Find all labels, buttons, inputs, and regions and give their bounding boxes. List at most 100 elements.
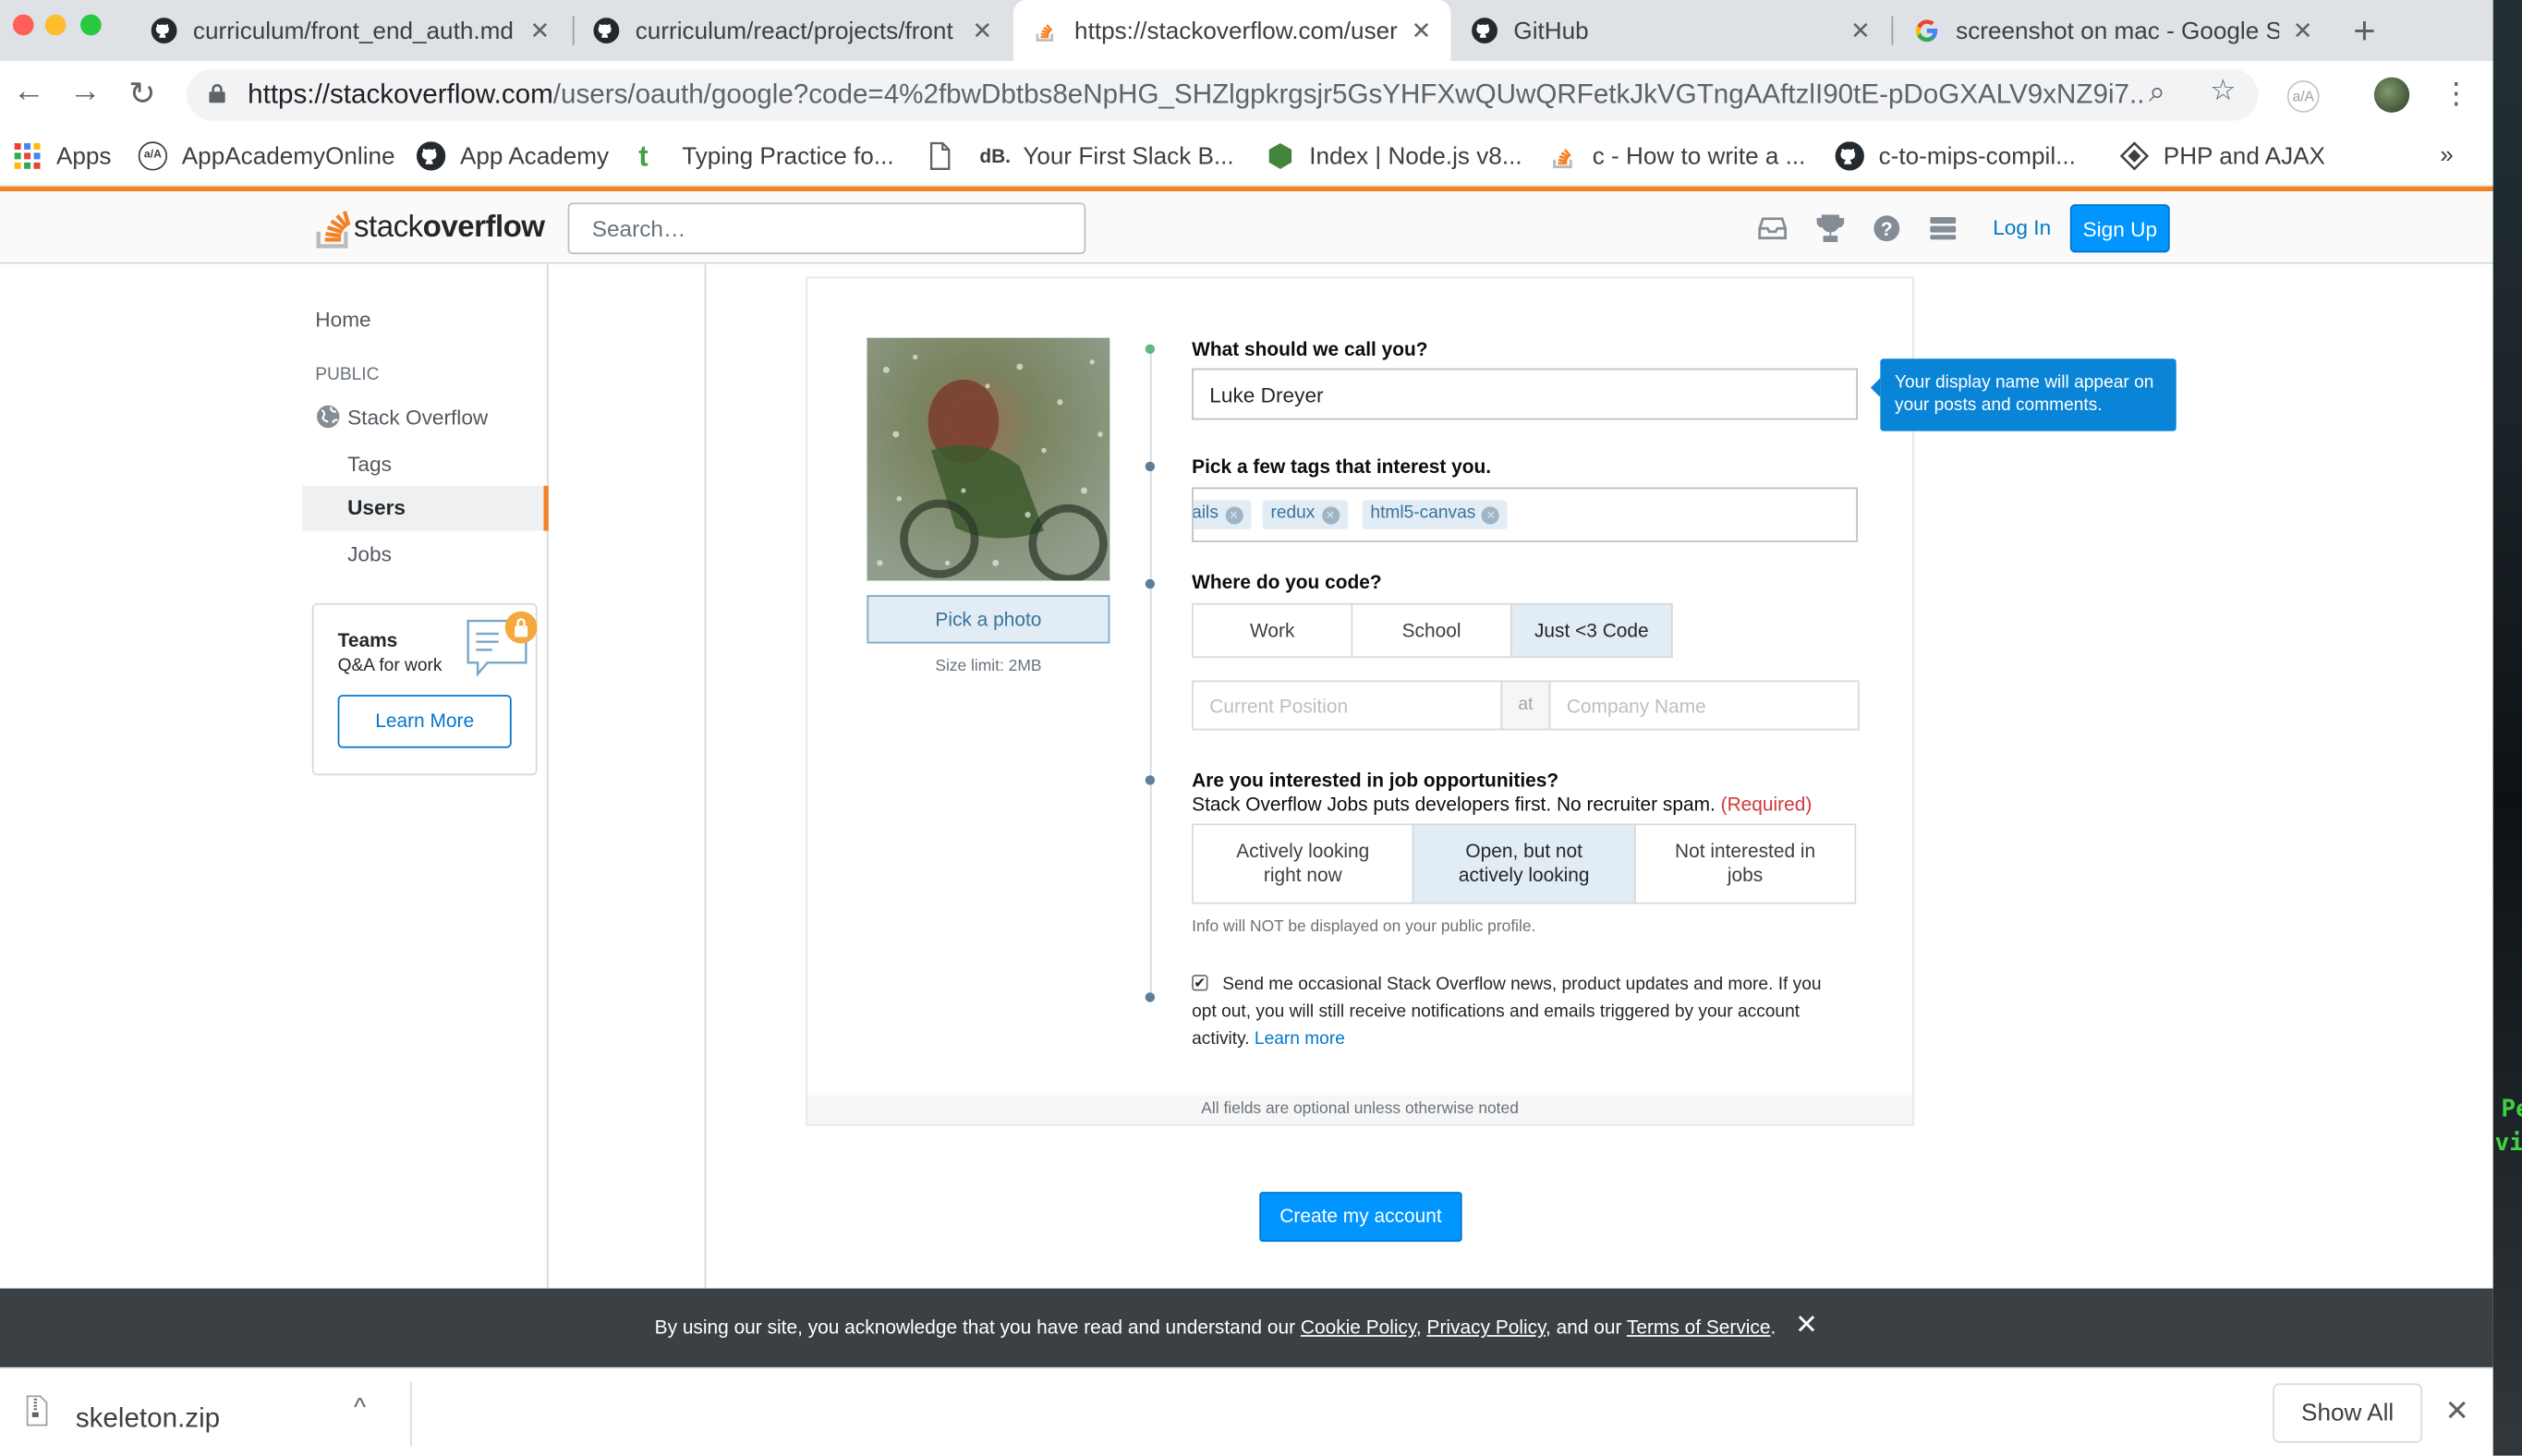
site-switcher-icon[interactable]	[1927, 212, 1959, 245]
nav-users[interactable]: Users	[302, 485, 549, 531]
nav-home[interactable]: Home	[315, 308, 370, 332]
download-filename[interactable]: skeleton.zip	[76, 1402, 220, 1435]
step-dot	[1145, 578, 1156, 589]
pick-photo-button[interactable]: Pick a photo	[867, 595, 1110, 644]
new-tab-button[interactable]: +	[2353, 9, 2375, 55]
shelf-divider	[409, 1381, 412, 1447]
download-options-chevron-icon[interactable]: ^	[354, 1395, 366, 1424]
cookie-policy-link[interactable]: Cookie Policy	[1301, 1316, 1416, 1338]
close-shelf-icon[interactable]: ✕	[2444, 1395, 2468, 1429]
browser-tab[interactable]: screenshot on mac - Google Search ✕	[1895, 0, 2333, 61]
globe-icon	[316, 405, 340, 429]
sign-up-button[interactable]: Sign Up	[2069, 204, 2170, 253]
cookie-close-icon[interactable]: ✕	[1795, 1309, 1818, 1341]
left-sidebar: Home PUBLIC Stack Overflow Tags Users Jo…	[302, 263, 549, 1289]
tab-close-icon[interactable]: ✕	[1412, 16, 1432, 45]
job-option-not-interested[interactable]: Not interested in jobs	[1633, 823, 1857, 904]
bookmark-label: c-to-mips-compil...	[1878, 142, 2076, 170]
zoom-magnifier-icon[interactable]: ⌕	[2149, 76, 2165, 110]
terminal-text-fragment: Pe	[2501, 1093, 2522, 1123]
browser-tab-active[interactable]: https://stackoverflow.com/users/oauth ✕	[1012, 0, 1451, 62]
create-account-button[interactable]: Create my account	[1259, 1192, 1462, 1243]
tag-remove-icon[interactable]: ×	[1224, 506, 1243, 525]
db-icon: dB.	[979, 144, 1012, 168]
browser-tab[interactable]: GitHub ✕	[1452, 0, 1890, 61]
so-logo[interactable]: stackoverflow	[315, 206, 545, 249]
company-name-input[interactable]: Company Name	[1548, 680, 1860, 731]
optin-learn-more-link[interactable]: Learn more	[1255, 1029, 1345, 1049]
browser-tab-strip: curriculum/front_end_auth.md ✕ curriculu…	[0, 0, 2493, 62]
nav-tags[interactable]: Tags	[347, 452, 392, 476]
required-marker: (Required)	[1720, 793, 1813, 816]
tag-remove-icon[interactable]: ×	[1482, 506, 1500, 525]
log-in-link[interactable]: Log In	[1993, 215, 2051, 239]
job-option-open[interactable]: Open, but not actively looking	[1412, 823, 1636, 904]
teams-learn-more-button[interactable]: Learn More	[337, 695, 512, 748]
tab-title: curriculum/react/projects/front	[635, 17, 953, 44]
tab-close-icon[interactable]: ✕	[972, 16, 992, 45]
inbox-icon[interactable]	[1756, 212, 1788, 245]
achievements-trophy-icon[interactable]	[1814, 212, 1847, 245]
bookmark-apps[interactable]: Apps	[13, 141, 111, 170]
appacademy-extension-icon[interactable]: a/A	[2286, 80, 2320, 113]
bookmark-php-ajax[interactable]: PHP and AJAX	[2119, 141, 2325, 171]
jobs-interest-label: Are you interested in job opportunities?	[1192, 769, 1559, 792]
signup-profile-form: Pick a photo Size limit: 2MB What should…	[806, 276, 2176, 1126]
where-option-just-code[interactable]: Just <3 Code	[1510, 602, 1673, 659]
cookie-text: , and our	[1546, 1316, 1627, 1339]
tag-chip[interactable]: redux ×	[1262, 500, 1348, 529]
tab-close-icon[interactable]: ✕	[1850, 16, 1871, 45]
close-window-button[interactable]	[12, 14, 34, 36]
bookmark-appacademyonline[interactable]: a/A AppAcademyOnline	[138, 141, 395, 171]
current-position-input[interactable]: Current Position	[1192, 680, 1503, 731]
back-arrow-icon[interactable]: ←	[13, 74, 45, 111]
tag-chip[interactable]: html5-canvas ×	[1362, 500, 1509, 529]
bookmark-star-icon[interactable]: ☆	[2210, 74, 2236, 108]
url-text: https://stackoverflow.com/users/oauth/go…	[248, 79, 2145, 111]
teams-chat-lock-icon	[467, 611, 538, 677]
nav-stack-overflow[interactable]: Stack Overflow	[315, 404, 488, 430]
where-option-work[interactable]: Work	[1192, 602, 1353, 659]
newsletter-checkbox[interactable]: ✔	[1192, 975, 1208, 991]
job-option-actively-looking[interactable]: Actively looking right now	[1192, 823, 1414, 904]
document-icon	[929, 141, 951, 170]
chrome-menu-icon[interactable]: ⋮	[2442, 78, 2470, 112]
help-icon[interactable]: ?	[1871, 212, 1903, 245]
tags-input[interactable]: ails × redux × html5-canvas ×	[1192, 487, 1858, 542]
reload-icon[interactable]: ↻	[128, 74, 155, 115]
where-option-school[interactable]: School	[1351, 602, 1512, 659]
tag-label: ails	[1192, 503, 1219, 523]
zoom-window-button[interactable]	[80, 14, 102, 36]
bookmark-slack[interactable]: dB. Your First Slack B...	[979, 141, 1233, 170]
bookmarks-overflow-chevron-icon[interactable]: »	[2440, 141, 2454, 169]
privacy-policy-link[interactable]: Privacy Policy	[1427, 1316, 1546, 1338]
nav-jobs[interactable]: Jobs	[347, 542, 392, 566]
job-interest-segmented: Actively looking right now Open, but not…	[1192, 823, 1857, 904]
tag-chip[interactable]: ails ×	[1192, 500, 1251, 529]
tab-close-icon[interactable]: ✕	[530, 16, 551, 45]
tab-close-icon[interactable]: ✕	[2293, 16, 2313, 45]
browser-tab[interactable]: curriculum/react/projects/front ✕	[575, 0, 1012, 61]
forward-arrow-icon[interactable]: →	[69, 74, 102, 111]
show-all-downloads-button[interactable]: Show All	[2273, 1383, 2423, 1443]
so-search-input[interactable]: Search…	[567, 202, 1086, 255]
address-bar[interactable]: https://stackoverflow.com/users/oauth/go…	[186, 68, 2259, 121]
typing-icon: t	[638, 140, 649, 173]
github-icon	[1472, 18, 1497, 44]
profile-avatar[interactable]	[2373, 77, 2410, 113]
bookmark-nodejs[interactable]: Index | Node.js v8...	[1266, 141, 1522, 170]
svg-text:?: ?	[1881, 219, 1893, 240]
teams-promo: Teams Q&A for work Learn More	[311, 602, 538, 776]
terms-of-service-link[interactable]: Terms of Service	[1627, 1316, 1771, 1338]
bookmark-how-to-write[interactable]: c - How to write a ...	[1549, 141, 1805, 170]
so-logo-text: stackoverflow	[354, 210, 545, 245]
tag-remove-icon[interactable]: ×	[1321, 506, 1340, 525]
bookmark-typing-practice[interactable]: t Typing Practice fo...	[638, 141, 893, 170]
bookmark-label: PHP and AJAX	[2163, 142, 2325, 170]
display-name-input[interactable]: Luke Dreyer	[1192, 368, 1858, 420]
bookmark-document[interactable]	[925, 141, 968, 170]
browser-tab[interactable]: curriculum/front_end_auth.md ✕	[132, 0, 570, 61]
minimize-window-button[interactable]	[44, 14, 67, 36]
bookmark-c-to-mips[interactable]: c-to-mips-compil...	[1835, 141, 2076, 171]
bookmark-app-academy[interactable]: App Academy	[416, 141, 609, 171]
